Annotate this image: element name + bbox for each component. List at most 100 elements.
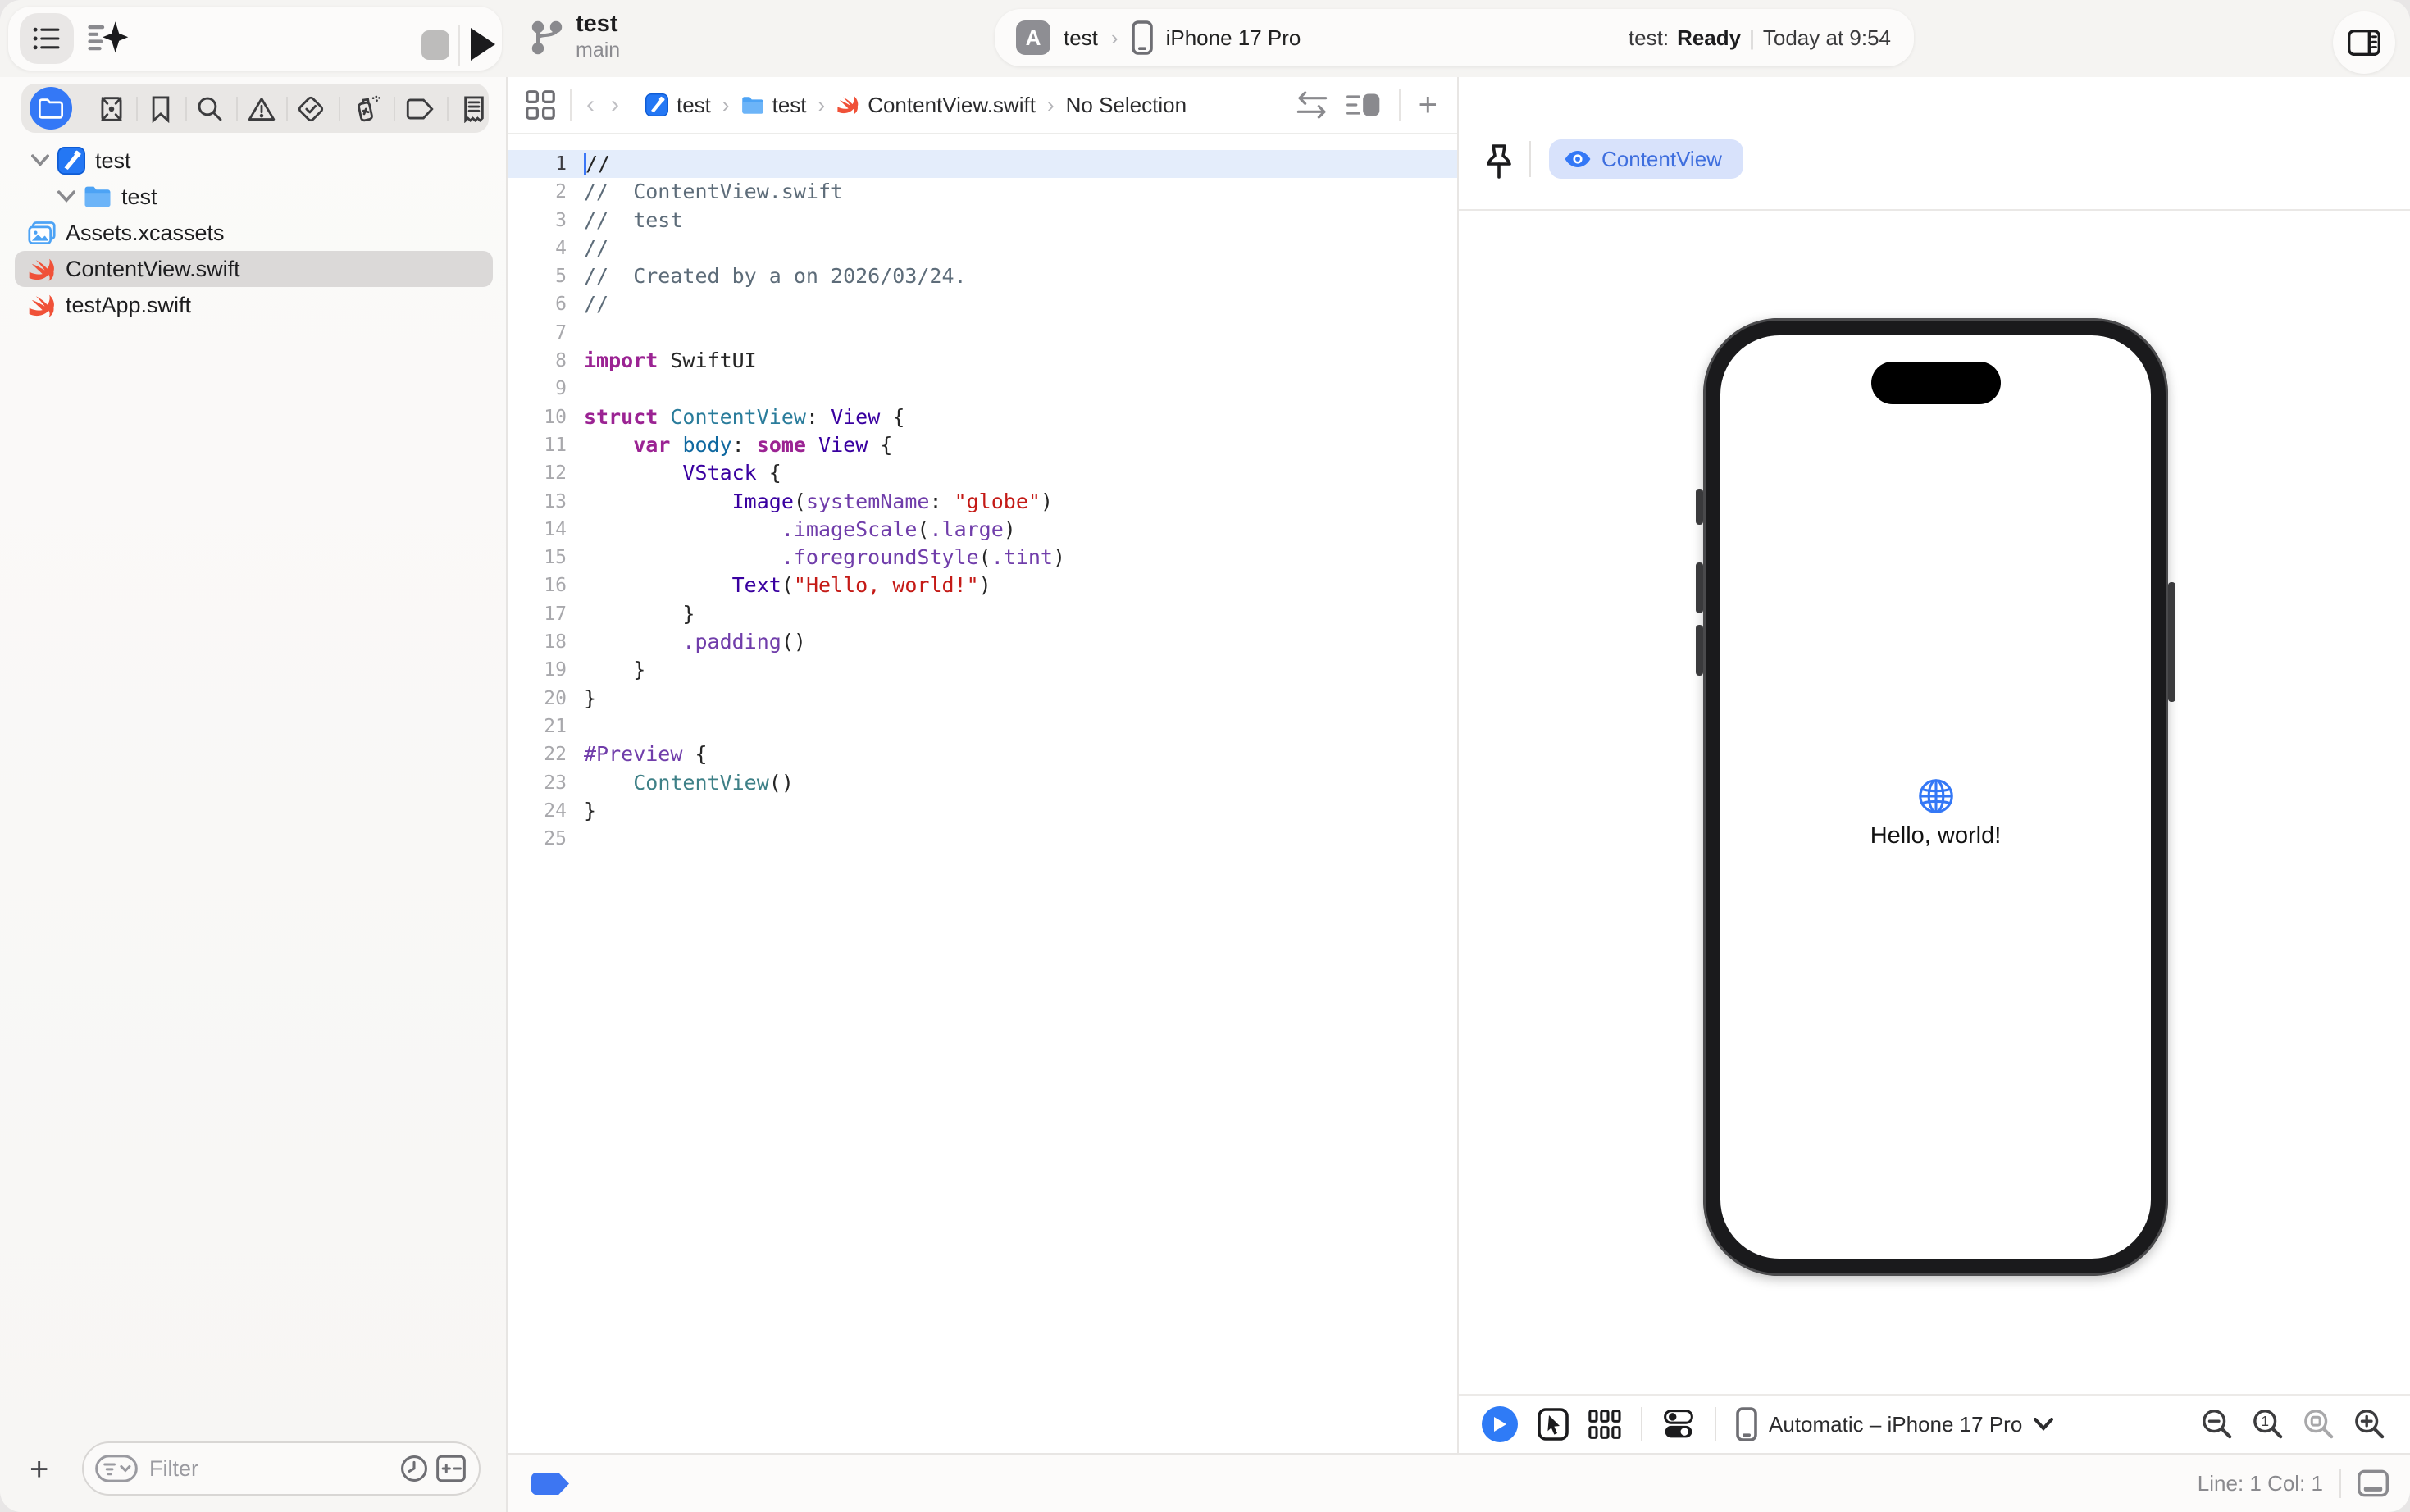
stop-icon bbox=[421, 30, 449, 60]
add-item-button[interactable]: + bbox=[30, 1453, 48, 1486]
forward-button[interactable]: › bbox=[611, 91, 619, 119]
editor-status-bar: Line: 1 Col: 1 bbox=[508, 1453, 2410, 1512]
code-line-9[interactable]: 9 bbox=[508, 375, 1457, 403]
iphone-screen[interactable]: Hello, world! bbox=[1720, 335, 2151, 1259]
breadcrumb-item[interactable]: ContentView.swift bbox=[836, 93, 1036, 118]
breakpoint-tag-icon[interactable] bbox=[531, 1473, 569, 1495]
navigator-tab-files-selected[interactable] bbox=[30, 87, 72, 130]
breadcrumb-item[interactable]: test bbox=[741, 93, 807, 118]
breadcrumb[interactable]: test›test›ContentView.swift›No Selection bbox=[645, 93, 1187, 118]
volume-up-button bbox=[1696, 562, 1703, 613]
code-line-19[interactable]: 19 } bbox=[508, 656, 1457, 684]
device-variants-icon[interactable] bbox=[1588, 1409, 1621, 1440]
filter-field[interactable]: Filter bbox=[82, 1441, 481, 1496]
line-number: 1 bbox=[508, 150, 567, 178]
selectable-mode-icon[interactable] bbox=[1538, 1408, 1569, 1441]
code-line-24[interactable]: 24} bbox=[508, 797, 1457, 825]
code-line-21[interactable]: 21 bbox=[508, 713, 1457, 740]
add-editor-button[interactable]: + bbox=[1419, 87, 1437, 124]
code-line-25[interactable]: 25 bbox=[508, 825, 1457, 853]
breadcrumb-item[interactable]: No Selection bbox=[1066, 93, 1187, 118]
pin-preview-button[interactable] bbox=[1485, 144, 1513, 180]
code-line-2[interactable]: 2// ContentView.swift bbox=[508, 178, 1457, 206]
sparkle-icon bbox=[103, 21, 128, 52]
navigator-tab-report-icon[interactable] bbox=[459, 94, 489, 124]
run-button[interactable] bbox=[467, 26, 497, 62]
navigator-tab-tag-icon[interactable] bbox=[405, 94, 435, 124]
iphone-icon bbox=[1132, 20, 1153, 55]
app-icon: A bbox=[1016, 20, 1050, 55]
code-line-16[interactable]: 16 Text("Hello, world!") bbox=[508, 572, 1457, 599]
code-line-22[interactable]: 22#Preview { bbox=[508, 740, 1457, 768]
navigator-tab-separator bbox=[136, 97, 138, 121]
folder-icon bbox=[741, 96, 764, 115]
code-line-3[interactable]: 3// test bbox=[508, 207, 1457, 235]
xcode-window: test main A test › iPhone 17 Pro test: R… bbox=[0, 0, 2410, 1512]
code-line-8[interactable]: 8import SwiftUI bbox=[508, 347, 1457, 375]
navigator-toggle-button[interactable] bbox=[20, 13, 74, 64]
code-area[interactable]: 1//2// ContentView.swift3// test4//5// C… bbox=[508, 150, 1457, 853]
code-line-11[interactable]: 11 var body: some View { bbox=[508, 431, 1457, 459]
file-tree-row-testapp-swift[interactable]: testApp.swift bbox=[0, 287, 508, 323]
navigator-tab-debug-spray-icon[interactable] bbox=[352, 94, 381, 124]
code-line-17[interactable]: 17 } bbox=[508, 600, 1457, 628]
code-line-23[interactable]: 23 ContentView() bbox=[508, 769, 1457, 797]
file-tree-row-assets-xcassets[interactable]: Assets.xcassets bbox=[0, 215, 508, 251]
chevron-right-icon: › bbox=[722, 93, 730, 118]
code-line-5[interactable]: 5// Created by a on 2026/03/24. bbox=[508, 262, 1457, 290]
breadcrumb-item[interactable]: test bbox=[645, 93, 711, 118]
status-prefix: test: bbox=[1629, 25, 1669, 51]
debug-area-toggle-icon[interactable] bbox=[2358, 1469, 2389, 1497]
code-review-icon[interactable] bbox=[1296, 90, 1328, 120]
code-line-4[interactable]: 4// bbox=[508, 235, 1457, 262]
code-line-13[interactable]: 13 Image(systemName: "globe") bbox=[508, 488, 1457, 516]
recent-files-clock-icon[interactable] bbox=[400, 1455, 428, 1482]
file-tree-row-test[interactable]: test bbox=[0, 143, 508, 179]
back-button[interactable]: ‹ bbox=[586, 91, 595, 119]
live-preview-button[interactable] bbox=[1482, 1406, 1518, 1442]
disclosure-chevron-down-icon[interactable] bbox=[30, 154, 51, 166]
navigator-tab-bookmark-icon[interactable] bbox=[146, 94, 175, 124]
code-line-15[interactable]: 15 .foregroundStyle(.tint) bbox=[508, 544, 1457, 572]
code-line-20[interactable]: 20} bbox=[508, 685, 1457, 713]
ai-assistant-button[interactable] bbox=[87, 20, 130, 57]
disclosure-chevron-down-icon[interactable] bbox=[56, 190, 77, 203]
play-icon bbox=[467, 26, 497, 62]
preview-bottom-bar: Automatic – iPhone 17 Pro 1 bbox=[1459, 1394, 2410, 1453]
file-tree-row-contentview-swift[interactable]: ContentView.swift bbox=[0, 251, 508, 287]
zoom-in-icon[interactable] bbox=[2354, 1409, 2385, 1440]
code-line-12[interactable]: 12 VStack { bbox=[508, 459, 1457, 487]
navigator-tab-xmark-frame-icon[interactable] bbox=[97, 94, 126, 124]
code-line-14[interactable]: 14 .imageScale(.large) bbox=[508, 516, 1457, 544]
navigator-tab-separator bbox=[339, 97, 340, 121]
activity-status: test: Ready | Today at 9:54 bbox=[1629, 25, 1914, 51]
zoom-out-icon[interactable] bbox=[2202, 1409, 2233, 1440]
code-line-18[interactable]: 18 .padding() bbox=[508, 628, 1457, 656]
preview-tab-contentview[interactable]: ContentView bbox=[1549, 139, 1743, 179]
code-line-7[interactable]: 7 bbox=[508, 319, 1457, 347]
navigator-tab-warning-icon[interactable] bbox=[247, 94, 276, 124]
swift-icon bbox=[28, 257, 56, 282]
file-tree-row-test[interactable]: test bbox=[0, 179, 508, 215]
inspector-toggle-button[interactable] bbox=[2333, 11, 2395, 74]
source-control-changes-icon[interactable] bbox=[436, 1455, 466, 1482]
code-line-6[interactable]: 6// bbox=[508, 290, 1457, 318]
swift-icon bbox=[836, 94, 859, 115]
stop-button[interactable] bbox=[420, 29, 451, 61]
navigator-tab-search-icon[interactable] bbox=[195, 94, 225, 124]
scheme-selector[interactable]: A test › iPhone 17 Pro test: Ready | Tod… bbox=[995, 9, 1914, 66]
scheme-destination[interactable]: A test › iPhone 17 Pro bbox=[995, 20, 1301, 55]
project-title-block: test main bbox=[531, 10, 620, 62]
code-line-10[interactable]: 10struct ContentView: View { bbox=[508, 403, 1457, 431]
navigator-tab-test-diamond-icon[interactable] bbox=[296, 94, 326, 124]
chevron-right-icon: › bbox=[1111, 25, 1118, 51]
git-branch-name: main bbox=[576, 38, 620, 62]
preview-settings-icon[interactable] bbox=[1662, 1408, 1695, 1441]
preview-device-selector[interactable]: Automatic – iPhone 17 Pro bbox=[1736, 1407, 2053, 1441]
editor-options-icon[interactable] bbox=[1346, 90, 1381, 120]
zoom-fit-icon[interactable] bbox=[2303, 1409, 2335, 1440]
code-line-1[interactable]: 1// bbox=[508, 150, 1457, 178]
zoom-100-icon[interactable]: 1 bbox=[2253, 1409, 2284, 1440]
line-number: 19 bbox=[508, 656, 567, 684]
related-items-grid-icon[interactable] bbox=[526, 90, 555, 120]
